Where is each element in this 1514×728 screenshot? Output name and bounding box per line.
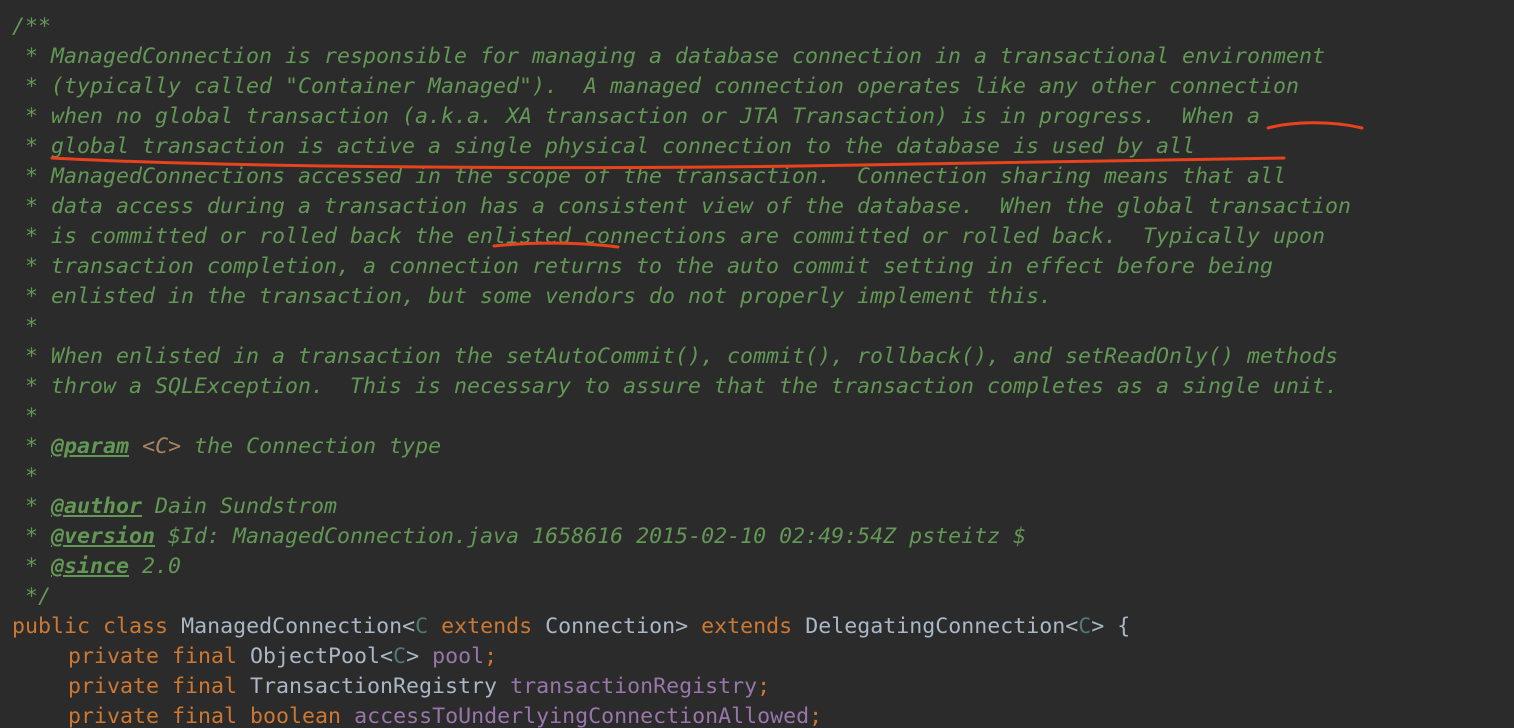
doc-star: * <box>12 494 39 519</box>
field-name[interactable]: pool <box>432 644 484 669</box>
doc-text: * <box>12 314 39 339</box>
field-declaration-line: private final TransactionRegistry transa… <box>68 672 770 702</box>
doc-text: * global transaction is active a single … <box>12 134 1196 159</box>
field-name[interactable]: accessToUnderlyingConnectionAllowed <box>354 704 809 728</box>
code-line: * ManagedConnections accessed in the sco… <box>12 162 1286 192</box>
type-reference[interactable]: ObjectPool< <box>250 644 393 669</box>
javadoc-author-value: Dain Sundstrom <box>142 494 338 519</box>
field-declaration-line: private final ObjectPool<C> pool; <box>68 642 497 672</box>
code-line: * <box>12 312 38 342</box>
code-line: * @version $Id: ManagedConnection.java 1… <box>12 522 1026 552</box>
semicolon: ; <box>484 644 498 669</box>
type-reference[interactable]: DelegatingConnection< <box>805 614 1078 639</box>
doc-star: * <box>12 524 39 549</box>
doc-text: * (typically called "Container Managed")… <box>12 74 1300 99</box>
javadoc-since-tag: @since <box>51 554 130 579</box>
keyword: extends <box>701 614 793 639</box>
type-reference[interactable]: TransactionRegistry <box>250 674 497 699</box>
semicolon: ; <box>809 704 823 728</box>
code-line: * enlisted in the transaction, but some … <box>12 282 1052 312</box>
doc-star: * <box>12 464 39 489</box>
doc-text: * transaction completion, a connection r… <box>12 254 1274 279</box>
keyword: private final <box>68 644 238 669</box>
code-line: * when no global transaction (a.k.a. XA … <box>12 102 1260 132</box>
javadoc-since-value: 2.0 <box>129 554 182 579</box>
keyword: extends <box>441 614 533 639</box>
brace: > { <box>1091 614 1131 639</box>
class-name[interactable]: ManagedConnection< <box>181 614 415 639</box>
field-name[interactable]: transactionRegistry <box>510 674 757 699</box>
keyword: class <box>103 614 169 639</box>
field-declaration-line: private final boolean accessToUnderlying… <box>68 702 822 728</box>
javadoc-param-name: <C> <box>142 434 182 459</box>
type-reference[interactable]: Connection> <box>545 614 688 639</box>
underline-annotation-when-a <box>1266 121 1364 130</box>
doc-text: * enlisted in the transaction, but some … <box>12 284 1053 309</box>
code-line: * @param <C> the Connection type <box>12 432 441 462</box>
keyword: private final <box>68 704 238 728</box>
code-line: * data access during a transaction has a… <box>12 192 1351 222</box>
keyword: public <box>12 614 91 639</box>
code-line: * (typically called "Container Managed")… <box>12 72 1299 102</box>
code-line: * transaction completion, a connection r… <box>12 252 1273 282</box>
class-declaration-line: public class ManagedConnection<C extends… <box>12 612 1130 642</box>
primitive-type: boolean <box>250 704 342 728</box>
javadoc-version-value: $Id: ManagedConnection.java 1658616 2015… <box>155 524 1027 549</box>
doc-text: * data access during a transaction has a… <box>12 194 1352 219</box>
javadoc-param-desc: the Connection type <box>181 434 442 459</box>
code-editor[interactable]: /** * ManagedConnection is responsible f… <box>0 0 1514 728</box>
doc-text: * throw a SQLException. This is necessar… <box>12 374 1339 399</box>
doc-text: * <box>12 404 39 429</box>
code-line: * @author Dain Sundstrom <box>12 492 337 522</box>
doc-text: * when no global transaction (a.k.a. XA … <box>12 104 1261 129</box>
comment-start: /** <box>12 14 52 39</box>
keyword: private final <box>68 674 238 699</box>
type-parameter: C <box>415 614 429 639</box>
doc-text: * When enlisted in a transaction the set… <box>12 344 1339 369</box>
code-line: * @since 2.0 <box>12 552 181 582</box>
code-line: * global transaction is active a single … <box>12 132 1195 162</box>
code-line: * is committed or rolled back the enlist… <box>12 222 1325 252</box>
doc-text: * ManagedConnections accessed in the sco… <box>12 164 1287 189</box>
code-line: /** <box>12 12 51 42</box>
comment-end: */ <box>12 584 52 609</box>
code-line: * ManagedConnection is responsible for m… <box>12 42 1325 72</box>
doc-text: * ManagedConnection is responsible for m… <box>12 44 1326 69</box>
javadoc-author-tag: @author <box>51 494 143 519</box>
doc-star: * <box>12 554 39 579</box>
code-line: */ <box>12 582 51 612</box>
code-line: * <box>12 462 38 492</box>
code-line: * throw a SQLException. This is necessar… <box>12 372 1338 402</box>
javadoc-param-tag: @param <box>51 434 130 459</box>
code-line: * <box>12 402 38 432</box>
code-line: * When enlisted in a transaction the set… <box>12 342 1338 372</box>
javadoc-version-tag: @version <box>51 524 156 549</box>
type-bracket: > <box>406 644 420 669</box>
doc-star: * <box>12 434 39 459</box>
semicolon: ; <box>757 674 771 699</box>
type-parameter: C <box>1078 614 1092 639</box>
type-parameter: C <box>393 644 407 669</box>
doc-text: * is committed or rolled back the enlist… <box>12 224 1326 249</box>
